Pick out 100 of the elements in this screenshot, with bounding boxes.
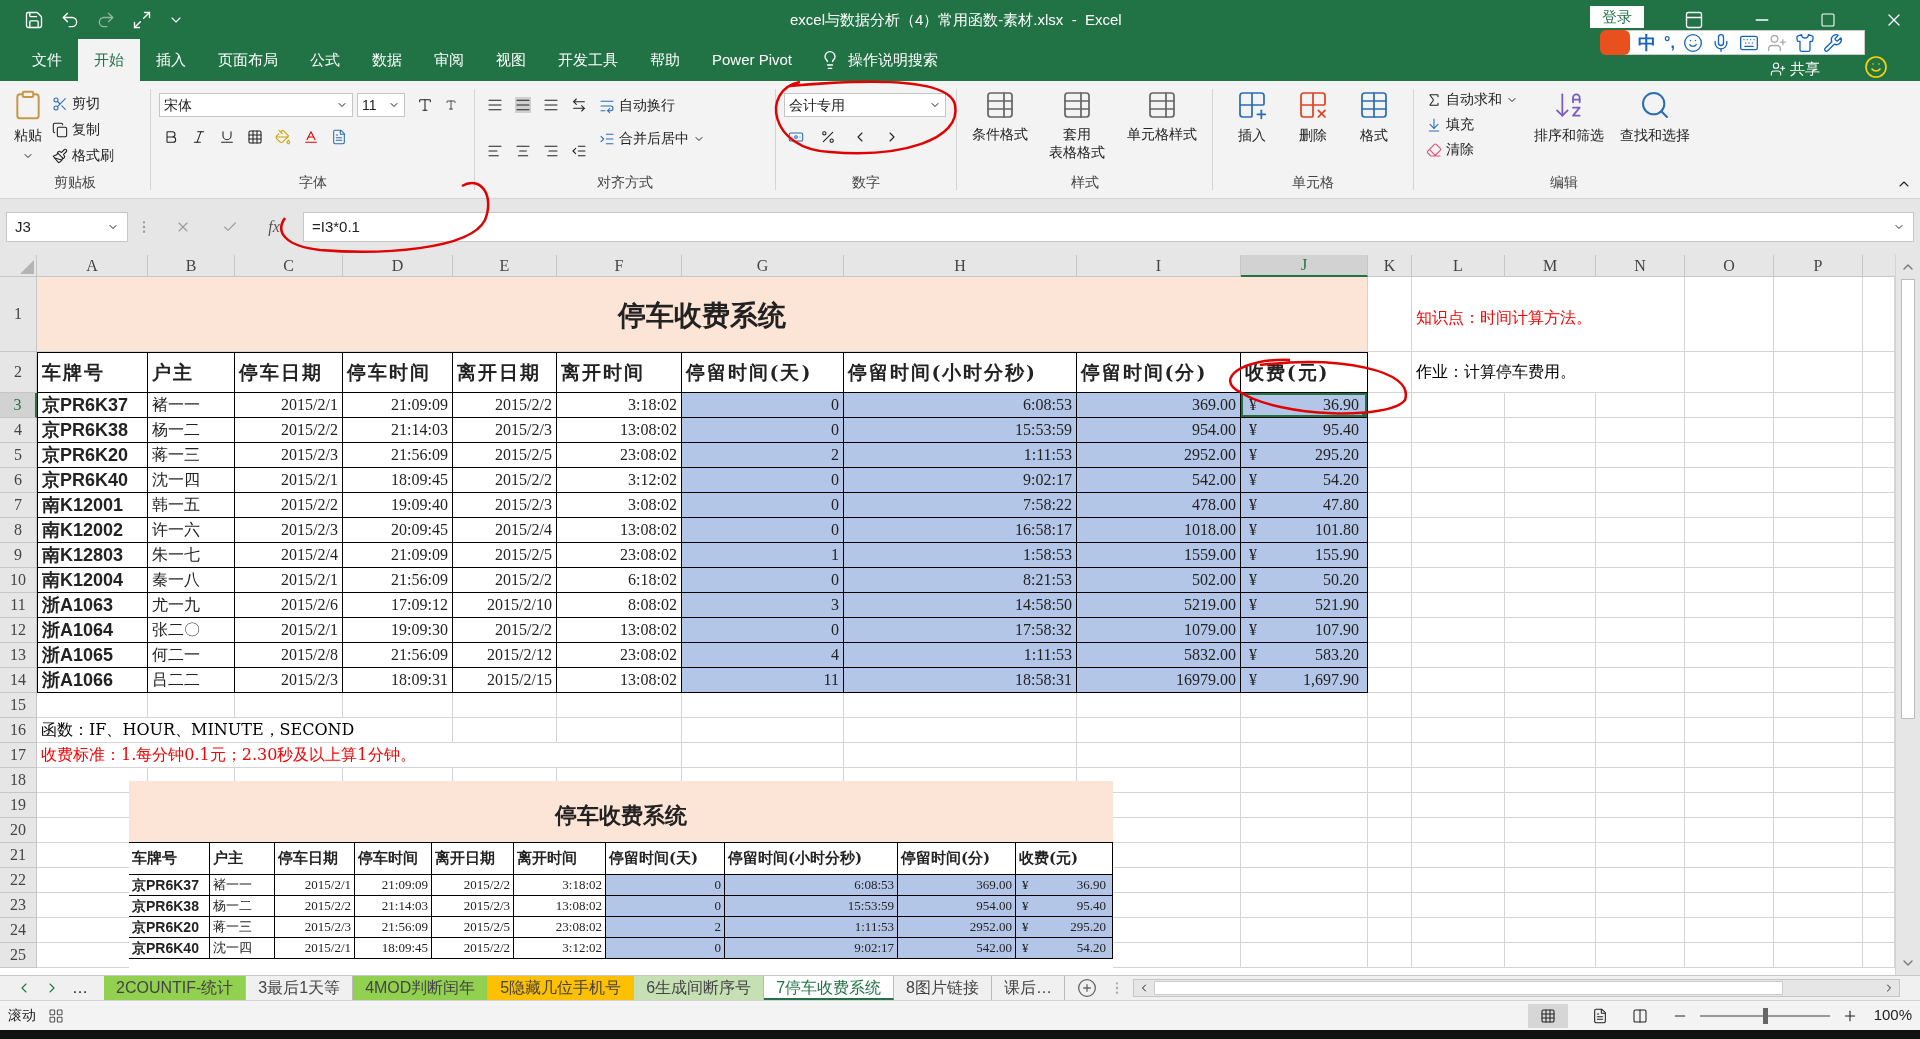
normal-view-icon[interactable] [1527,1003,1568,1028]
fill-handle[interactable] [1362,412,1367,417]
row-header[interactable]: 13 [0,643,37,668]
page-layout-icon[interactable] [1591,1007,1608,1024]
column-header[interactable]: I [1077,255,1241,277]
column-header[interactable]: H [844,255,1077,277]
sheet-tab[interactable]: 7停车收费系统 [764,976,895,1000]
ribbon-tab[interactable]: 插入 [140,39,202,81]
shirt-icon[interactable] [1794,32,1815,53]
row-header[interactable]: 6 [0,468,37,493]
italic-icon[interactable] [191,129,207,145]
format-painter-button[interactable]: 格式刷 [52,145,114,166]
row-header[interactable]: 5 [0,443,37,468]
macro-record-icon[interactable] [48,1007,64,1024]
style-button[interactable]: 条件格式 [971,89,1028,172]
page-break-icon[interactable] [1631,1007,1648,1024]
ribbon-display-icon[interactable] [1684,9,1704,30]
touch-mode-icon[interactable] [132,9,152,30]
column-header[interactable]: K [1368,255,1412,277]
ime-logo-icon[interactable] [1600,30,1630,55]
row-header[interactable]: 8 [0,518,37,543]
ribbon-tab[interactable]: 页面布局 [202,39,294,81]
sheet-tab[interactable]: 4MOD判断闰年 [353,976,489,1000]
tell-me-search[interactable]: 操作说明搜索 [848,48,939,72]
row-header[interactable]: 7 [0,493,37,518]
column-header[interactable]: E [453,255,557,277]
scroll-thumb[interactable] [1901,279,1915,719]
ribbon-tab[interactable]: 审阅 [418,39,480,81]
formula-input[interactable]: =I3*0.1 [303,212,1914,242]
copy-button[interactable]: 复制 [52,119,114,140]
more-sheets-button[interactable]: … [72,976,88,1000]
row-header[interactable]: 14 [0,668,37,693]
paste-button[interactable]: 粘贴 [12,89,44,172]
ribbon-tab[interactable]: 帮助 [634,39,696,81]
style-button[interactable]: 单元格样式 [1127,89,1198,172]
underline-icon[interactable] [219,129,235,145]
row-header[interactable]: 11 [0,593,37,618]
column-header[interactable]: C [235,255,343,277]
row-header[interactable]: 16 [0,718,37,743]
borders-icon[interactable] [247,129,263,145]
column-header[interactable]: A [37,255,148,277]
ribbon-tab[interactable]: 数据 [356,39,418,81]
zoom-thumb[interactable] [1762,1007,1768,1024]
horizontal-scrollbar[interactable] [1133,979,1900,997]
sheet-tab[interactable]: 6生成间断序号 [634,976,765,1000]
zoom-percentage[interactable]: 100% [1873,1004,1912,1027]
row-header[interactable]: 20 [0,818,37,843]
increase-font-icon[interactable] [417,97,433,113]
align-top-icon[interactable] [487,97,503,113]
cells-button[interactable]: 插入 [1235,89,1268,172]
column-header[interactable]: M [1505,255,1596,277]
vertical-scrollbar[interactable] [1895,255,1920,975]
wrap-text-button[interactable]: 自动换行 [599,95,705,116]
smiley-icon[interactable] [1864,55,1888,79]
font-color-icon[interactable] [303,129,319,145]
row-header[interactable]: 15 [0,693,37,718]
row-header[interactable]: 22 [0,868,37,893]
currency-icon[interactable] [788,129,804,145]
login-button[interactable]: 登录 [1590,5,1644,28]
column-header[interactable]: L [1412,255,1505,277]
row-header[interactable]: 23 [0,893,37,918]
row-header[interactable]: 21 [0,843,37,868]
number-format-field[interactable]: 会计专用 [784,93,946,117]
sort-filter-button[interactable]: 排序和筛选 [1534,89,1604,172]
ribbon-tab[interactable]: 公式 [294,39,356,81]
row-header[interactable]: 18 [0,768,37,793]
zoom-slider[interactable] [1699,1007,1830,1024]
name-box[interactable]: J3 [6,212,128,242]
share-button[interactable]: 共享 [1790,59,1820,79]
row-header[interactable]: 17 [0,743,37,768]
column-header[interactable]: P [1774,255,1863,277]
bold-icon[interactable] [163,129,179,145]
restore-icon[interactable] [1820,11,1836,28]
save-icon[interactable] [24,9,44,30]
align-bottom-icon[interactable] [543,97,559,113]
row-header[interactable]: 4 [0,418,37,443]
ribbon-tab[interactable]: Power Pivot [696,39,809,81]
ime-punctuation[interactable]: °, [1664,34,1675,51]
font-size-field[interactable]: 11 [357,93,405,117]
row-header[interactable]: 3 [0,393,37,418]
row-header[interactable]: 19 [0,793,37,818]
cells-button[interactable]: 格式 [1358,89,1391,172]
autosum-button[interactable]: 自动求和 [1426,89,1518,110]
row-header[interactable]: 2 [0,352,37,393]
ribbon-tab[interactable]: 视图 [480,39,542,81]
fill-color-icon[interactable] [275,129,291,145]
row-header[interactable]: 10 [0,568,37,593]
column-header[interactable]: N [1596,255,1685,277]
cut-button[interactable]: 剪切 [52,93,114,114]
row-header[interactable]: 24 [0,918,37,943]
ribbon-tab[interactable]: 文件 [16,39,78,81]
sheet-tab[interactable]: 2COUNTIF-统计 [104,976,247,1000]
column-header[interactable]: G [682,255,844,277]
style-button[interactable]: 套用 表格格式 [1049,89,1106,172]
emoji-icon[interactable] [1682,32,1703,53]
add-sheet-icon[interactable] [1077,978,1097,998]
share-icon[interactable] [1770,61,1786,77]
ime-mode[interactable]: 中 [1638,33,1656,52]
row-header[interactable]: 9 [0,543,37,568]
decrease-font-icon[interactable] [445,99,457,111]
